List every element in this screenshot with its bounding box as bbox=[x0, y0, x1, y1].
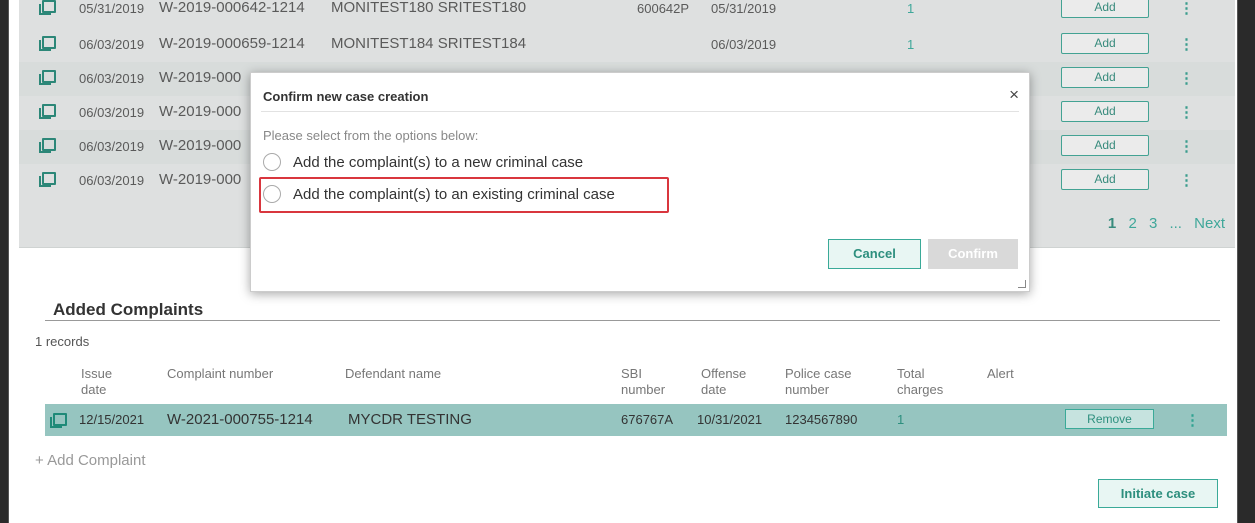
option-existing-case[interactable]: Add the complaint(s) to an existing crim… bbox=[263, 185, 615, 203]
table-row[interactable]: 12/15/2021 W-2021-000755-1214 MYCDR TEST… bbox=[45, 404, 1227, 436]
add-complaint-link[interactable]: + Add Complaint bbox=[35, 452, 146, 469]
column-header-alert[interactable]: Alert bbox=[987, 366, 1014, 382]
confirm-button[interactable]: Confirm bbox=[928, 239, 1018, 269]
column-header-police-case-number[interactable]: Police case number bbox=[785, 366, 851, 398]
resize-handle[interactable] bbox=[1018, 280, 1026, 288]
column-header-sbi-number[interactable]: SBI number bbox=[621, 366, 665, 398]
offense-date: 10/31/2021 bbox=[697, 412, 763, 427]
option-new-case-label: Add the complaint(s) to a new criminal c… bbox=[293, 153, 584, 171]
sbi-number: 676767A bbox=[621, 412, 674, 427]
column-header-issue-date[interactable]: Issue date bbox=[81, 366, 112, 398]
option-existing-case-label: Add the complaint(s) to an existing crim… bbox=[293, 185, 615, 203]
close-icon[interactable]: × bbox=[1009, 85, 1019, 105]
records-count: 1 records bbox=[35, 334, 90, 349]
dialog-divider bbox=[261, 111, 1019, 112]
cancel-button[interactable]: Cancel bbox=[828, 239, 921, 269]
app-frame: 05/31/2019 W-2019-000642-1214 MONITEST18… bbox=[8, 0, 1238, 523]
column-header-offense-date[interactable]: Offense date bbox=[701, 366, 746, 398]
column-header-defendant-name[interactable]: Defendant name bbox=[345, 366, 441, 382]
copy-icon[interactable] bbox=[50, 413, 67, 428]
remove-button[interactable]: Remove bbox=[1065, 409, 1154, 429]
police-case-number: 1234567890 bbox=[785, 412, 858, 427]
added-complaints-heading: Added Complaints bbox=[53, 300, 204, 319]
complaint-number: W-2021-000755-1214 bbox=[167, 411, 313, 428]
confirm-case-dialog: Confirm new case creation × Please selec… bbox=[250, 72, 1030, 292]
total-charges: 1 bbox=[897, 412, 905, 427]
dialog-prompt: Please select from the options below: bbox=[263, 128, 479, 143]
issue-date: 12/15/2021 bbox=[79, 412, 145, 427]
column-header-complaint-number[interactable]: Complaint number bbox=[167, 366, 273, 382]
initiate-case-button[interactable]: Initiate case bbox=[1098, 479, 1218, 508]
defendant-name: MYCDR TESTING bbox=[348, 411, 472, 428]
more-options-icon[interactable]: ⋮ bbox=[1185, 411, 1200, 429]
radio-new-case[interactable] bbox=[263, 153, 281, 171]
column-header-total-charges[interactable]: Total charges bbox=[897, 366, 943, 398]
section-divider bbox=[45, 320, 1220, 321]
option-new-case[interactable]: Add the complaint(s) to a new criminal c… bbox=[263, 153, 583, 171]
dialog-title: Confirm new case creation bbox=[263, 89, 429, 104]
radio-existing-case[interactable] bbox=[263, 185, 281, 203]
